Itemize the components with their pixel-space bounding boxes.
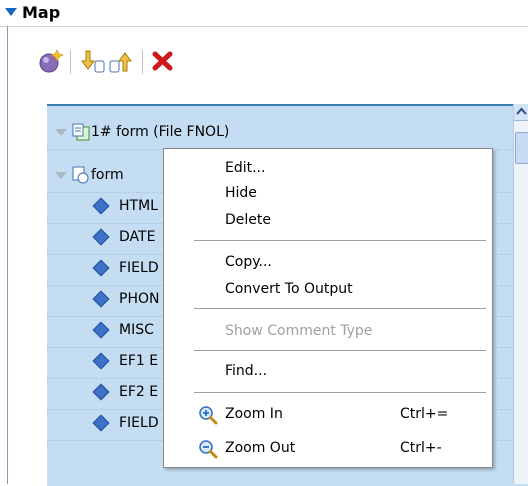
delete-button[interactable] xyxy=(150,48,176,74)
menu-item-convert-to-output[interactable]: Convert To Output xyxy=(164,276,492,303)
menu-separator xyxy=(194,350,486,351)
field-icon xyxy=(92,259,110,277)
tree-item-label: MISC xyxy=(119,322,154,338)
tree-root-row[interactable]: 1# form (File FNOL) xyxy=(47,118,513,150)
tree-item-label: PHON xyxy=(119,291,160,307)
vertical-scrollbar[interactable] xyxy=(513,104,528,484)
menu-item-shortcut: Ctrl+= xyxy=(400,406,449,422)
field-icon xyxy=(92,321,110,339)
menu-item-shortcut: Ctrl+- xyxy=(400,440,442,456)
menu-item-find[interactable]: Find... xyxy=(164,358,492,385)
section-border xyxy=(7,26,8,484)
menu-item-delete[interactable]: Delete xyxy=(164,207,492,234)
add-icon xyxy=(39,49,64,73)
tree-item-label: DATE xyxy=(119,229,156,245)
expand-icon[interactable] xyxy=(55,172,67,179)
tree-item-label: EF2 E xyxy=(119,384,159,400)
move-down-icon xyxy=(81,50,105,73)
tree-item-label: FIELD xyxy=(119,415,159,431)
menu-separator xyxy=(194,240,486,241)
move-up-icon xyxy=(109,52,132,73)
form-icon xyxy=(72,166,89,184)
menu-separator xyxy=(194,308,486,309)
field-icon xyxy=(92,414,110,432)
menu-item-label: Show Comment Type xyxy=(225,323,373,339)
menu-item-copy[interactable]: Copy... xyxy=(164,249,492,276)
menu-item-zoom-out[interactable]: Zoom Out Ctrl+- xyxy=(164,435,492,462)
tree-form-label: form xyxy=(91,167,124,183)
expand-icon[interactable] xyxy=(55,129,67,136)
menu-item-zoom-in[interactable]: Zoom In Ctrl+= xyxy=(164,401,492,428)
menu-item-label: Zoom In xyxy=(225,406,283,422)
menu-item-show-comment-type: Show Comment Type xyxy=(164,318,492,345)
zoom-out-icon xyxy=(199,440,218,459)
menu-item-label: Find... xyxy=(225,363,268,379)
delete-icon xyxy=(152,51,173,71)
field-icon xyxy=(92,383,110,401)
scroll-up-button[interactable] xyxy=(514,104,528,121)
menu-item-label: Hide xyxy=(225,185,257,201)
context-menu: Edit... Hide Delete Copy... Convert To O… xyxy=(163,148,493,468)
scroll-thumb[interactable] xyxy=(515,132,528,164)
tree-item-label: EF1 E xyxy=(119,353,159,369)
tree-item-label: FIELD xyxy=(119,260,159,276)
menu-item-label: Zoom Out xyxy=(225,440,296,456)
field-icon xyxy=(92,228,110,246)
form-file-icon xyxy=(72,123,90,141)
tree-root-label: 1# form (File FNOL) xyxy=(91,124,230,140)
menu-item-label: Copy... xyxy=(225,254,272,270)
move-down-button[interactable] xyxy=(79,48,105,74)
section-title: Map xyxy=(22,3,61,22)
field-icon xyxy=(92,290,110,308)
zoom-in-icon xyxy=(199,406,218,425)
chevron-up-icon xyxy=(516,107,527,115)
field-icon xyxy=(92,352,110,370)
toolbar-separator xyxy=(70,50,71,74)
add-button[interactable] xyxy=(38,48,64,74)
toolbar-separator xyxy=(142,50,143,74)
menu-item-label: Convert To Output xyxy=(225,281,353,297)
map-section-header[interactable]: Map xyxy=(0,0,528,27)
tree-item-label: HTML xyxy=(119,198,158,214)
move-up-button[interactable] xyxy=(108,48,134,74)
menu-separator xyxy=(194,392,486,393)
menu-item-label: Delete xyxy=(225,212,271,228)
chevron-down-icon[interactable] xyxy=(5,8,17,16)
menu-item-edit[interactable]: Edit... xyxy=(164,155,492,182)
menu-item-label: Edit... xyxy=(225,160,266,176)
field-icon xyxy=(92,197,110,215)
menu-item-hide[interactable]: Hide xyxy=(164,180,492,207)
